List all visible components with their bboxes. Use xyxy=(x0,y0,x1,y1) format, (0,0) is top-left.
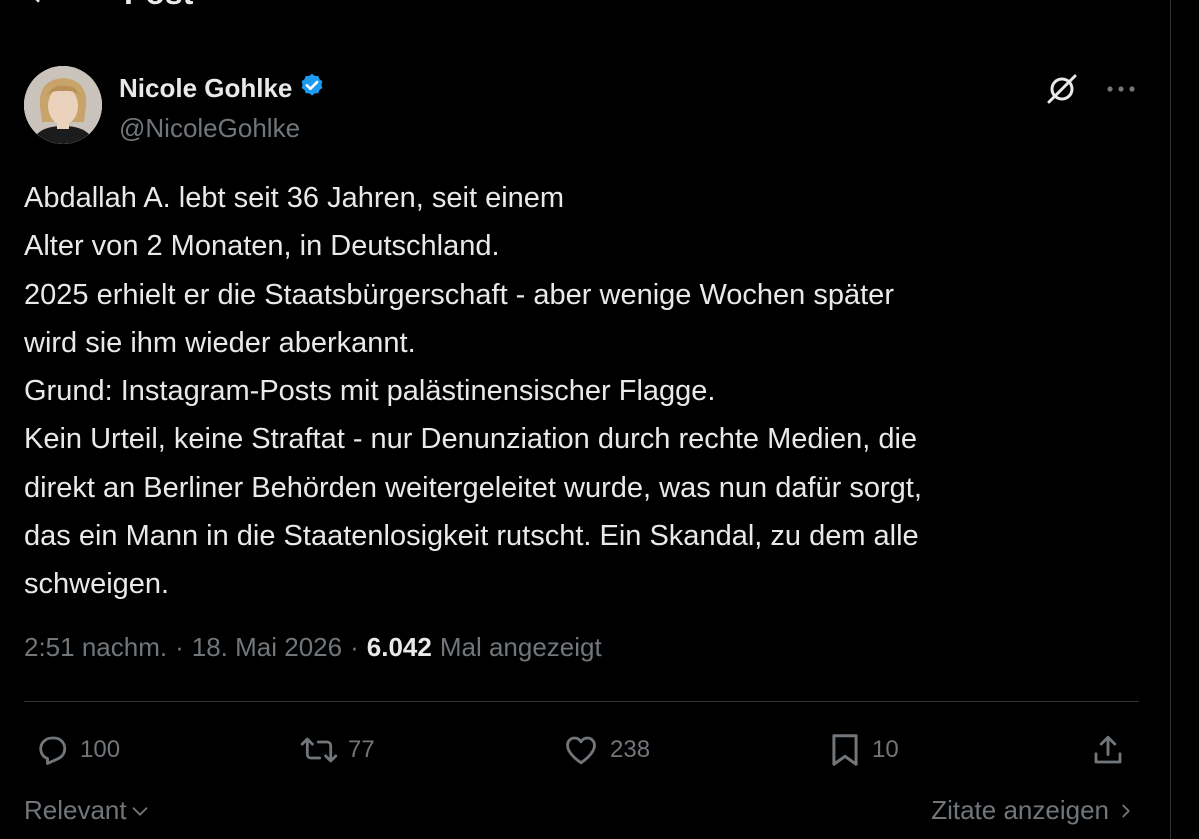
author-handle[interactable]: @NicoleGohlke xyxy=(119,113,326,144)
divider xyxy=(24,701,1139,702)
post-top-actions xyxy=(1045,72,1137,106)
column-border xyxy=(1170,0,1171,839)
repost-count: 77 xyxy=(348,736,375,763)
reply-count: 100 xyxy=(80,736,121,763)
views-label: Mal angezeigt xyxy=(439,632,602,662)
bookmark-count: 10 xyxy=(872,736,899,763)
post-text-line: Abdallah A. lebt seit 36 Jahren, seit ei… xyxy=(24,182,565,214)
bookmark-button[interactable]: 10 xyxy=(828,730,899,770)
share-icon xyxy=(1094,735,1122,764)
meta-separator: · xyxy=(175,632,184,662)
post-text-line: direkt an Berliner Behörden weitergeleit… xyxy=(24,471,922,504)
author-display-name[interactable]: Nicole Gohlke xyxy=(119,73,292,104)
post-text-line: 2025 erhielt er die Staatsbürgerschaft -… xyxy=(24,278,894,311)
page-title: Post xyxy=(124,0,193,12)
bookmark-icon xyxy=(832,734,858,766)
post-text: Abdallah A. lebt seit 36 Jahren, seit ei… xyxy=(24,174,1124,609)
like-button[interactable]: 238 xyxy=(562,730,650,770)
post-text-line: das ein Mann in die Staatenlosigkeit rut… xyxy=(24,520,919,553)
view-quotes-label: Zitate anzeigen xyxy=(931,795,1109,825)
reply-sort-dropdown[interactable]: Relevant xyxy=(24,795,151,826)
post-text-line: Grund: Instagram-Posts mit palästinensis… xyxy=(24,375,716,408)
heart-icon xyxy=(566,736,596,765)
post-text-line: wird sie ihm wieder aberkannt. xyxy=(24,326,416,359)
repost-button[interactable]: 77 xyxy=(300,730,375,770)
reply-button[interactable]: 100 xyxy=(34,730,120,770)
post-time[interactable]: 2:51 nachm. xyxy=(24,632,167,663)
reply-sort-label: Relevant xyxy=(24,795,127,825)
views-count: 6.042 xyxy=(366,632,432,662)
chevron-right-icon xyxy=(1122,804,1130,817)
avatar[interactable] xyxy=(24,66,102,144)
share-button[interactable] xyxy=(1090,730,1126,770)
reply-icon xyxy=(39,736,67,765)
chevron-down-icon xyxy=(132,806,147,816)
post-date[interactable]: 18. Mai 2026 xyxy=(192,632,342,663)
meta-separator: · xyxy=(350,632,359,662)
grok-icon[interactable] xyxy=(1045,72,1079,106)
header: Post xyxy=(24,0,193,11)
post-text-line: schweigen. xyxy=(24,568,170,601)
more-options-icon[interactable] xyxy=(1105,84,1137,94)
author-block: Nicole Gohlke @NicoleGohlke xyxy=(24,66,326,144)
post-text-line: Kein Urteil, keine Straftat - nur Denunz… xyxy=(24,423,918,456)
post-text-line: Alter von 2 Monaten, in Deutschland. xyxy=(24,230,500,263)
back-arrow-icon[interactable] xyxy=(24,0,54,8)
post-meta: 2:51 nachm. · 18. Mai 2026 · 6.042 Mal a… xyxy=(24,632,602,663)
view-quotes-link[interactable]: Zitate anzeigen xyxy=(931,795,1133,826)
verified-badge-icon xyxy=(298,72,326,105)
repost-icon xyxy=(300,737,338,763)
like-count: 238 xyxy=(610,736,651,763)
